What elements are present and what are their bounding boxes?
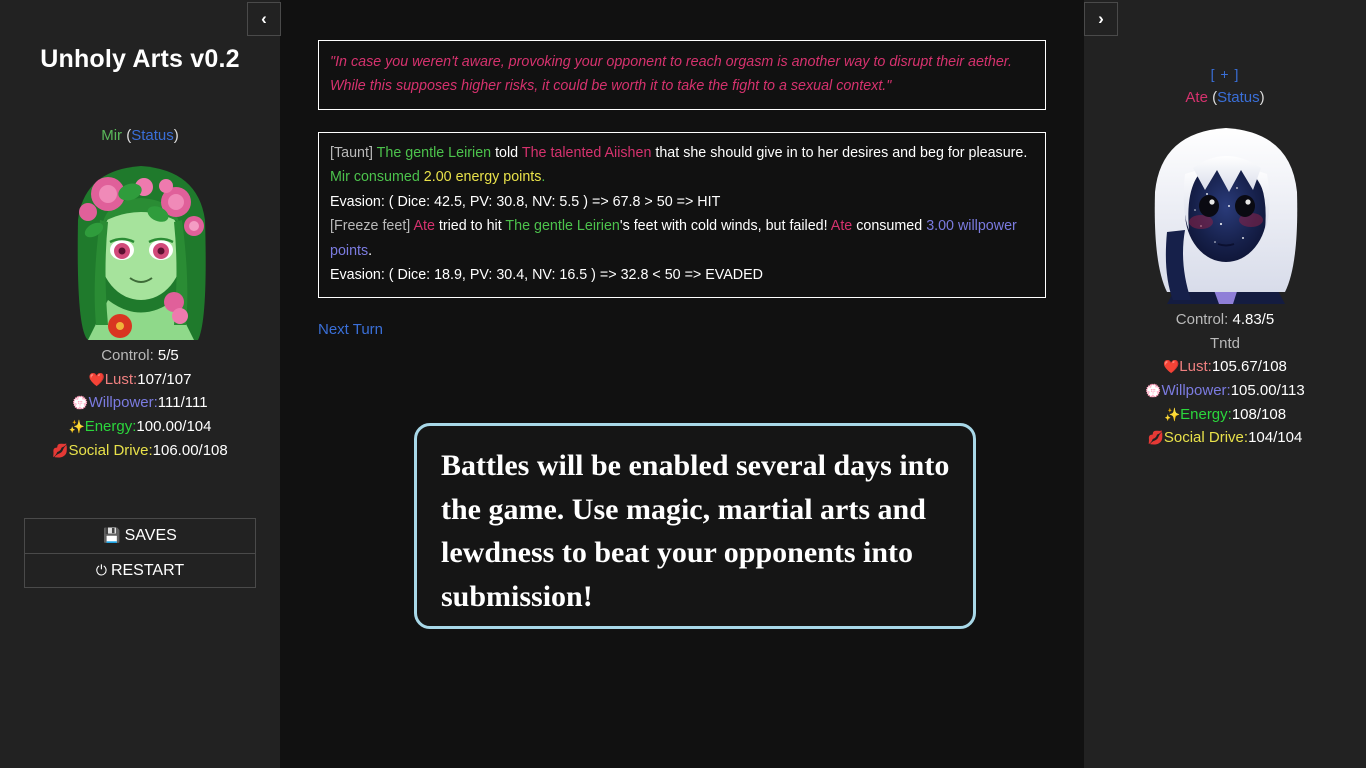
combat-log-evasion-1: Evasion: ( Dice: 42.5, PV: 30.8, NV: 5.5… (330, 193, 721, 210)
white-flower-icon: 💮 (1145, 384, 1162, 400)
stat-social-drive: 💋Social Drive:106.00/108 (0, 439, 280, 463)
entry1-consumed-word: consumed (349, 169, 424, 186)
left-character-portrait[interactable] (47, 150, 233, 340)
right-character-name: Ate (1185, 89, 1208, 106)
kiss-mark-icon: 💋 (1147, 431, 1164, 447)
restart-button[interactable]: ⏻ RESTART (24, 553, 256, 589)
hint-box: "In case you weren't aware, provoking yo… (318, 40, 1046, 110)
stat-control-label: Control: (101, 347, 158, 364)
stat-control: Control: 5/5 (0, 344, 280, 368)
combat-log-box: [Taunt] The gentle Leirien told The tale… (318, 131, 1046, 298)
stat-energy: ✨Energy:100.00/104 (0, 415, 280, 439)
white-flower-icon: 💮 (72, 396, 89, 412)
chevron-left-icon: ‹ (261, 9, 267, 28)
entry1-body: that she should give in to her desires a… (651, 144, 1028, 161)
stat-lust-label: Lust: (1179, 358, 1212, 376)
center-column: "In case you weren't aware, provoking yo… (280, 0, 1084, 768)
stat-energy: ✨Energy:108/108 (1084, 403, 1366, 427)
kiss-mark-icon: 💋 (52, 443, 69, 459)
floppy-disk-icon: 💾 (103, 528, 121, 545)
right-character-name-row: Ate (Status) (1084, 89, 1366, 106)
right-status-link[interactable]: Status (1217, 89, 1260, 106)
sparkles-icon: ✨ (68, 420, 85, 436)
collapse-right-panel-button[interactable]: › (1084, 2, 1118, 36)
heart-icon: ❤️ (88, 372, 105, 388)
entry2-period: . (368, 242, 373, 259)
stat-willpower: 💮Willpower:105.00/113 (1084, 379, 1366, 403)
saves-button[interactable]: 💾 SAVES (24, 518, 256, 554)
stat-control-value: 5/5 (157, 347, 179, 364)
stat-lust: ❤️Lust:105.67/108 (1084, 355, 1366, 379)
stat-control-label: Control: (1175, 311, 1233, 328)
left-character-name: Mir (101, 127, 123, 144)
stat-energy-value: 100.00/104 (136, 418, 212, 436)
entry2-target: The gentle Leirien (505, 218, 620, 235)
stat-control: Control: 4.83/5 (1084, 308, 1366, 332)
add-character-link[interactable]: [ + ] (1211, 66, 1240, 82)
stat-condition: Tntd (1209, 334, 1240, 352)
stat-energy-label: Energy: (1180, 405, 1232, 423)
heart-icon: ❤️ (1163, 360, 1180, 376)
next-turn-link[interactable]: Next Turn (318, 321, 383, 338)
left-status-link[interactable]: Status (131, 127, 174, 144)
collapse-left-panel-button[interactable]: ‹ (247, 2, 281, 36)
stat-willpower-value: 105.00/113 (1230, 382, 1305, 400)
entry2-consumed-word: consumed (852, 218, 927, 235)
sparkles-icon: ✨ (1163, 407, 1181, 423)
entry1-cost: 2.00 energy points (423, 169, 542, 186)
combat-log-entry-1: [Taunt] The gentle Leirien told The tale… (330, 141, 1034, 190)
combat-log-entry-2: [Freeze feet] Ate tried to hit The gentl… (330, 214, 1034, 263)
saves-button-label: SAVES (124, 527, 177, 545)
hint-text: "In case you weren't aware, provoking yo… (330, 54, 1012, 95)
entry1-period: . (541, 169, 546, 186)
stat-lust-label: Lust: (104, 370, 138, 388)
stat-willpower: 💮Willpower:111/111 (0, 391, 280, 415)
entry2-verb: tried to hit (434, 218, 506, 235)
left-character-name-row: Mir (Status) (0, 127, 280, 144)
page-title: Unholy Arts v0.2 (40, 45, 240, 73)
stat-willpower-label: Willpower: (1161, 382, 1231, 400)
entry1-tag: [Taunt] (330, 144, 377, 161)
right-paren-close: ) (1259, 89, 1265, 106)
stat-willpower-value: 111/111 (157, 394, 208, 412)
stat-control-value: 4.83/5 (1232, 311, 1275, 328)
entry2-body: 's feet with cold winds, but failed! (619, 218, 831, 235)
info-callout-text: Battles will be enabled several days int… (441, 449, 950, 613)
stat-social-value: 104/104 (1248, 429, 1303, 447)
stat-social-value: 106.00/108 (152, 441, 228, 459)
left-character-panel: Unholy Arts v0.2 Mir (Status) Control: 5… (0, 0, 280, 768)
left-paren-close: ) (173, 127, 179, 144)
stat-energy-label: Energy: (84, 418, 137, 436)
stat-willpower-label: Willpower: (88, 394, 158, 412)
stat-energy-value: 108/108 (1231, 405, 1287, 423)
entry2-tag: [Freeze feet] (330, 218, 414, 235)
entry2-attacker: Ate (413, 218, 435, 235)
entry2-consumer: Ate (830, 218, 853, 235)
game-screen: Unholy Arts v0.2 Mir (Status) Control: 5… (0, 0, 1366, 768)
right-character-stats: Control: 4.83/5 Tntd ❤️Lust:105.67/108 💮… (1084, 308, 1366, 450)
stat-social-label: Social Drive: (68, 441, 153, 459)
stat-lust: ❤️Lust:107/107 (0, 368, 280, 392)
stat-lust-value: 107/107 (137, 370, 192, 388)
stat-lust-value: 105.67/108 (1211, 358, 1287, 376)
right-character-panel: [ + ] Ate (Status) Control: 4.83/5 Tntd … (1084, 0, 1366, 768)
menu-buttons: 💾 SAVES ⏻ RESTART (24, 518, 256, 589)
entry1-attacker: The gentle Leirien (376, 144, 492, 161)
power-icon: ⏻ (95, 563, 107, 580)
entry1-target: The talented Aiishen (521, 144, 652, 161)
left-character-stats: Control: 5/5 ❤️Lust:107/107 💮Willpower:1… (0, 344, 280, 462)
stat-social-label: Social Drive: (1163, 429, 1249, 447)
entry1-consumer: Mir (330, 169, 350, 186)
entry1-verb: told (491, 144, 522, 161)
chevron-right-icon: › (1098, 9, 1104, 28)
combat-log-evasion-2: Evasion: ( Dice: 18.9, PV: 30.4, NV: 16.… (330, 267, 763, 284)
right-character-portrait[interactable] (1132, 114, 1318, 304)
info-callout: Battles will be enabled several days int… (414, 423, 976, 629)
restart-button-label: RESTART (110, 562, 185, 580)
stat-social-drive: 💋Social Drive:104/104 (1084, 426, 1366, 450)
